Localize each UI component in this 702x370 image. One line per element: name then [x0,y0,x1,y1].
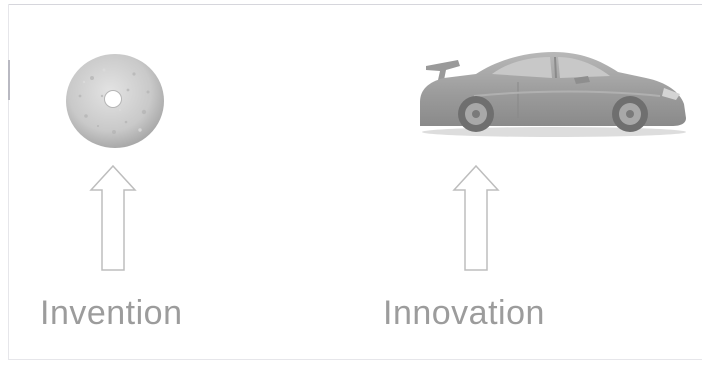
invention-label: Invention [40,294,183,332]
frame-bottom-border [8,359,702,360]
sports-car-image [420,52,686,137]
frame-left-accent [8,60,10,100]
innovation-label: Innovation [383,294,545,332]
frame-left-border [8,4,9,360]
slide-canvas: Invention Innovation [0,0,702,370]
up-arrow-icon [452,164,500,271]
frame-top-border [8,4,702,5]
stone-wheel-image [66,54,164,148]
up-arrow-icon [89,164,137,271]
